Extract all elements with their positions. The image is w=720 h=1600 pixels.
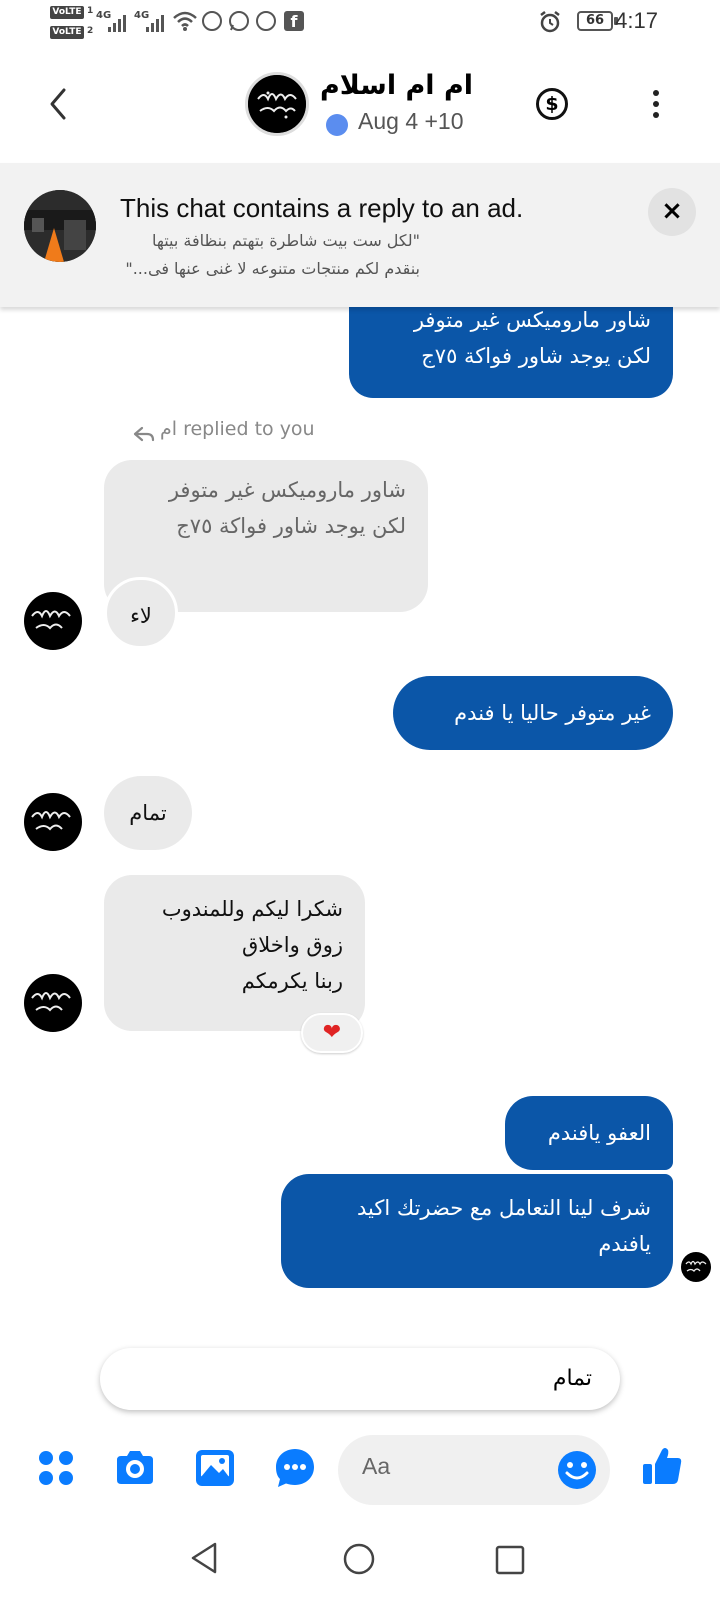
emoji-icon[interactable]: [556, 1449, 598, 1491]
battery-indicator: 66: [577, 11, 613, 31]
message-bubble-incoming[interactable]: لاء: [104, 577, 178, 649]
chat-bubble-icon[interactable]: [273, 1446, 317, 1490]
message-text: شاور ماروميكس غير متوفر: [413, 308, 651, 332]
quoted-text: لكن يوجد شاور فواكة ٧٥ج: [176, 514, 406, 538]
message-bubble-incoming[interactable]: شكرا ليكم وللمندوب زوق واخلاق ربنا يكرمك…: [104, 875, 365, 1031]
volte-badge-2: VoLTE: [50, 26, 84, 39]
message-text: يافندم: [598, 1232, 651, 1256]
signal-icon-2: [146, 14, 164, 32]
ad-thumbnail: [24, 190, 96, 262]
nav-home-icon[interactable]: [342, 1542, 376, 1576]
message-text: تمام: [129, 801, 167, 825]
sender-avatar[interactable]: [24, 793, 82, 851]
message-text: لكن يوجد شاور فواكة ٧٥ج: [421, 344, 651, 368]
message-bubble-outgoing[interactable]: غير متوفر حاليا يا فندم: [393, 676, 673, 750]
sender-avatar[interactable]: [24, 592, 82, 650]
sim-1-label: 1: [87, 6, 94, 16]
contact-avatar[interactable]: [245, 72, 309, 136]
ad-snippet-line-2: بنقدم لكم منتجات متنوعه لا غنى عنها فى..…: [125, 259, 420, 278]
ad-banner-title: This chat contains a reply to an ad.: [120, 193, 524, 223]
like-icon[interactable]: [640, 1444, 684, 1488]
nav-recents-icon[interactable]: [494, 1544, 526, 1576]
message-text: ربنا يكرمكم: [241, 969, 343, 993]
volte-badge-1: VoLTE: [50, 6, 84, 19]
alarm-icon: [540, 11, 560, 33]
message-input-placeholder: Aa: [362, 1453, 391, 1479]
message-bubble-outgoing[interactable]: شرف لينا التعامل مع حضرتك اكيد يافندم: [281, 1174, 673, 1288]
signal-icon-1: [108, 14, 126, 32]
blocked-icon: [202, 11, 222, 31]
presence-dot: [326, 114, 348, 136]
sender-avatar[interactable]: [24, 974, 82, 1032]
back-arrow-icon[interactable]: [40, 84, 76, 124]
clock: 4:17: [615, 8, 658, 33]
heart-reaction-icon[interactable]: ❤: [301, 1013, 363, 1053]
reply-arrow-icon: [133, 426, 155, 442]
apps-icon[interactable]: [34, 1446, 78, 1490]
camera-icon[interactable]: [113, 1446, 157, 1490]
ad-snippet-line-1: "لكل ست بيت شاطرة بتهتم بنظافة بيتها: [151, 231, 420, 250]
message-text: زوق واخلاق: [241, 933, 343, 957]
message-bubble-incoming[interactable]: تمام: [104, 776, 192, 850]
more-vertical-icon[interactable]: [652, 90, 660, 120]
wifi-icon: [173, 11, 197, 31]
status-bar: VoLTE 1 VoLTE 2 4G 4G f 66 4:17: [0, 0, 720, 46]
replied-to-you-label: ام replied to you: [160, 418, 315, 440]
contact-status: Aug 4 +10: [358, 108, 464, 134]
seen-receipt-avatar: [681, 1252, 711, 1282]
contact-name[interactable]: ام ام اسلام: [320, 70, 480, 101]
facebook-icon: f: [284, 11, 304, 31]
dollar-icon[interactable]: $: [536, 88, 568, 120]
sim-2-label: 2: [87, 26, 94, 36]
message-bubble-outgoing[interactable]: العفو يافندم: [505, 1096, 673, 1170]
quick-reply-chip[interactable]: تمام: [100, 1348, 620, 1410]
message-text: العفو يافندم: [547, 1121, 651, 1145]
message-text: شرف لينا التعامل مع حضرتك اكيد: [357, 1196, 651, 1220]
blocked-icon-2: [256, 11, 276, 31]
whatsapp-icon: [229, 11, 249, 31]
nav-back-icon[interactable]: [187, 1540, 221, 1576]
quoted-text: شاور ماروميكس غير متوفر: [168, 478, 406, 502]
gallery-icon[interactable]: [193, 1446, 237, 1490]
message-text: لاء: [130, 604, 152, 628]
close-icon[interactable]: ×: [648, 188, 696, 236]
message-text: شكرا ليكم وللمندوب: [161, 897, 343, 921]
message-text: غير متوفر حاليا يا فندم: [454, 701, 651, 725]
